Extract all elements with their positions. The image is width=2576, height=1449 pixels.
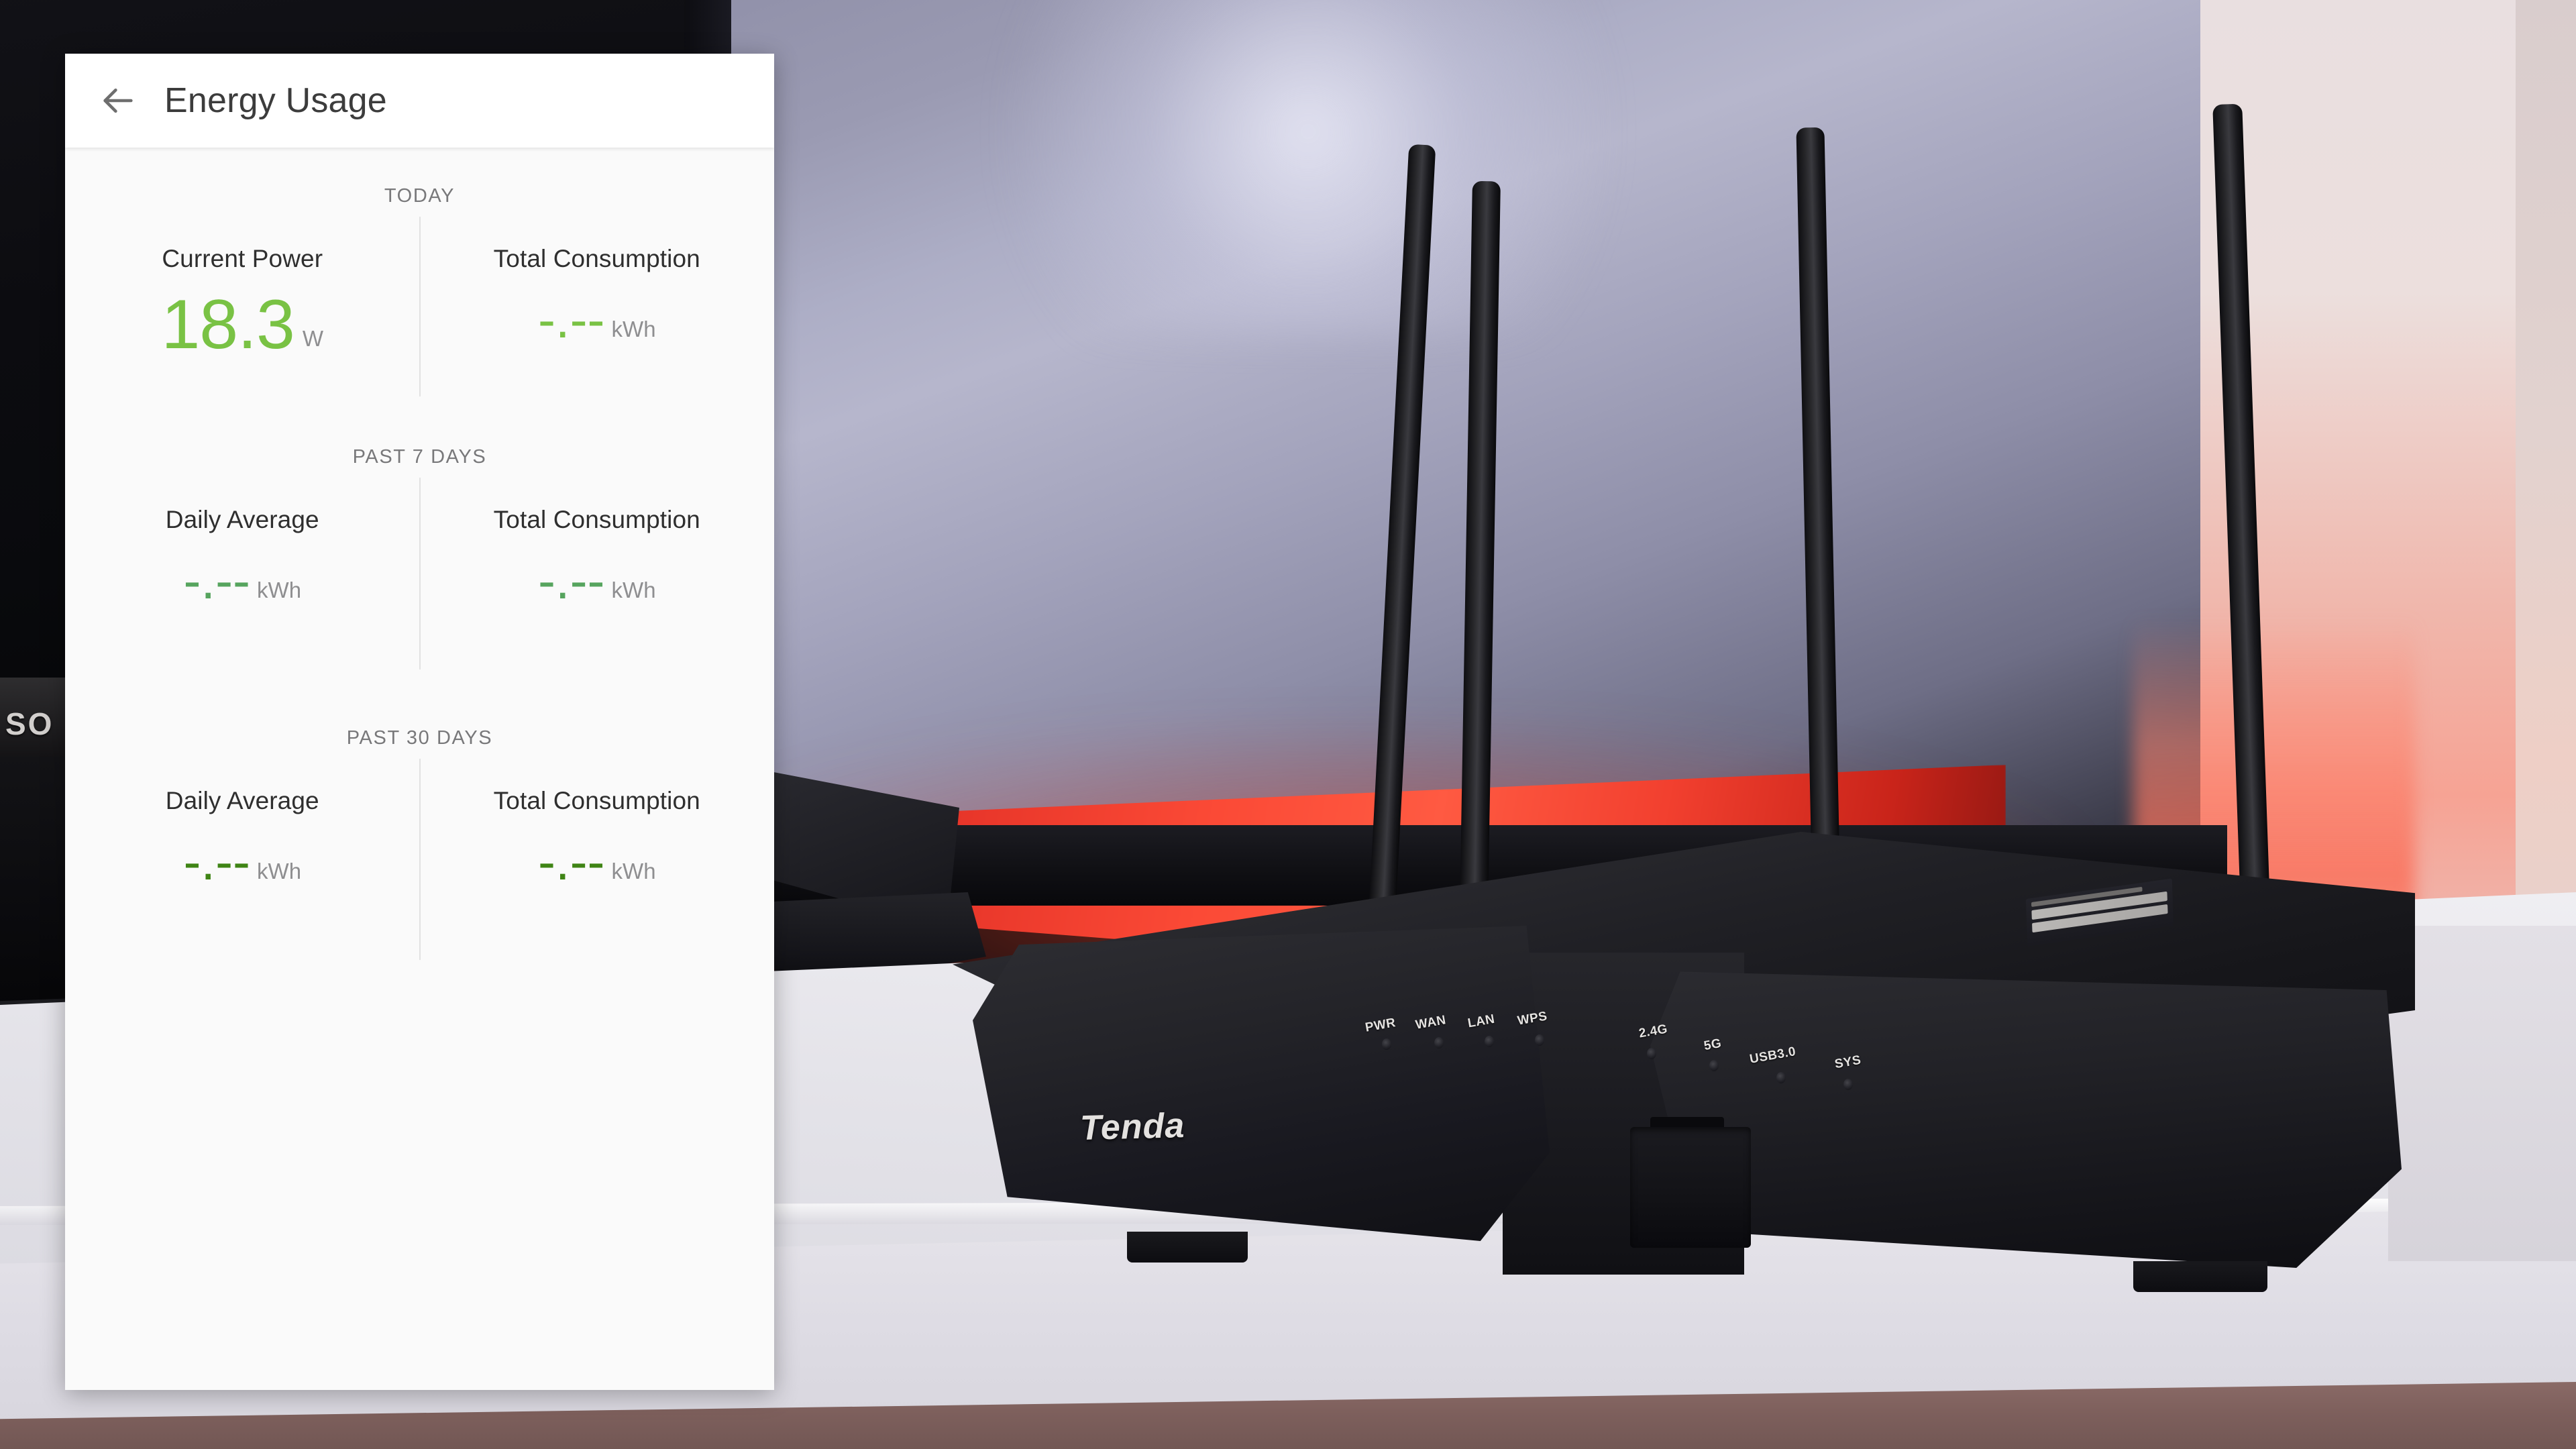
metric-value-group: -.-- kWh (538, 554, 656, 612)
metric-30d-total-consumption[interactable]: Total Consumption -.-- kWh (420, 749, 775, 971)
metric-label: Total Consumption (493, 787, 700, 814)
router-foot-left (1127, 1232, 1248, 1263)
metric-30d-daily-average[interactable]: Daily Average -.-- kWh (65, 749, 420, 971)
metric-value: 18.3 (161, 286, 294, 364)
router-port-recess (1630, 1127, 1751, 1248)
app-bar: Energy Usage (65, 54, 774, 148)
section-past-30-days-metrics: Daily Average -.-- kWh Total Consumption… (65, 749, 774, 971)
router-right-shell (1650, 971, 2402, 1268)
column-divider-past-30-days (419, 759, 421, 960)
router-foot-right (2133, 1261, 2267, 1292)
section-label-past-30-days: PAST 30 DAYS (346, 727, 493, 749)
metric-unit: kWh (611, 317, 656, 341)
metric-value-group: -.-- kWh (538, 293, 656, 351)
metric-7d-daily-average[interactable]: Daily Average -.-- kWh (65, 468, 420, 690)
metric-current-power[interactable]: Current Power 18.3 W (65, 207, 420, 409)
metric-value-group: -.-- kWh (538, 835, 656, 893)
metric-label: Current Power (162, 245, 323, 272)
metric-unit: kWh (257, 578, 302, 602)
metric-unit: W (302, 325, 324, 351)
energy-content: TODAY Current Power 18.3 W Total Consump… (65, 148, 774, 971)
led-dot-lan (1485, 1036, 1494, 1047)
router-left-shell (973, 926, 1550, 1241)
metric-value: -.-- (183, 551, 251, 610)
led-dot-24g (1647, 1048, 1656, 1059)
monitor-brand-logo: SO (5, 706, 54, 741)
energy-usage-panel: Energy Usage TODAY Current Power 18.3 W … (65, 54, 774, 1390)
led-dot-5g (1709, 1060, 1719, 1071)
led-dot-wan (1434, 1037, 1444, 1049)
metric-unit: kWh (611, 859, 656, 883)
column-divider-today (419, 217, 421, 396)
metric-label: Total Consumption (493, 245, 700, 272)
metric-7d-total-consumption[interactable]: Total Consumption -.-- kWh (420, 468, 775, 690)
column-divider-past-7-days (419, 478, 421, 669)
metric-label: Total Consumption (493, 506, 700, 533)
metric-value: -.-- (183, 832, 251, 891)
led-label-5g: 5G (1703, 1036, 1723, 1054)
metric-value-group: -.-- kWh (183, 554, 301, 612)
section-past-7-days-metrics: Daily Average -.-- kWh Total Consumption… (65, 468, 774, 690)
router-body (953, 832, 2415, 1315)
metric-label: Daily Average (165, 506, 319, 533)
led-dot-usb30 (1776, 1072, 1786, 1083)
metric-unit: kWh (611, 578, 656, 602)
led-dot-pwr (1382, 1038, 1391, 1050)
section-label-past-7-days: PAST 7 DAYS (352, 446, 487, 468)
metric-today-total-consumption[interactable]: Total Consumption -.-- kWh (420, 207, 775, 409)
monitor-screen-glow (1006, 0, 1610, 335)
metric-unit: kWh (257, 859, 302, 883)
desk-right-panel (2388, 926, 2576, 1261)
led-dot-sys (1843, 1079, 1853, 1090)
led-dot-wps (1535, 1034, 1544, 1046)
section-today-metrics: Current Power 18.3 W Total Consumption -… (65, 207, 774, 409)
metric-value: -.-- (537, 832, 605, 891)
router-brand-logo: Tenda (1079, 1106, 1185, 1148)
section-label-today: TODAY (384, 185, 455, 207)
page-title: Energy Usage (164, 81, 387, 120)
arrow-left-icon (99, 81, 138, 120)
metric-value-group: 18.3 W (161, 286, 324, 364)
metric-label: Daily Average (165, 787, 319, 814)
metric-value: -.-- (537, 290, 605, 349)
metric-value-group: -.-- kWh (183, 835, 301, 893)
back-button[interactable] (92, 74, 144, 127)
metric-value: -.-- (537, 551, 605, 610)
